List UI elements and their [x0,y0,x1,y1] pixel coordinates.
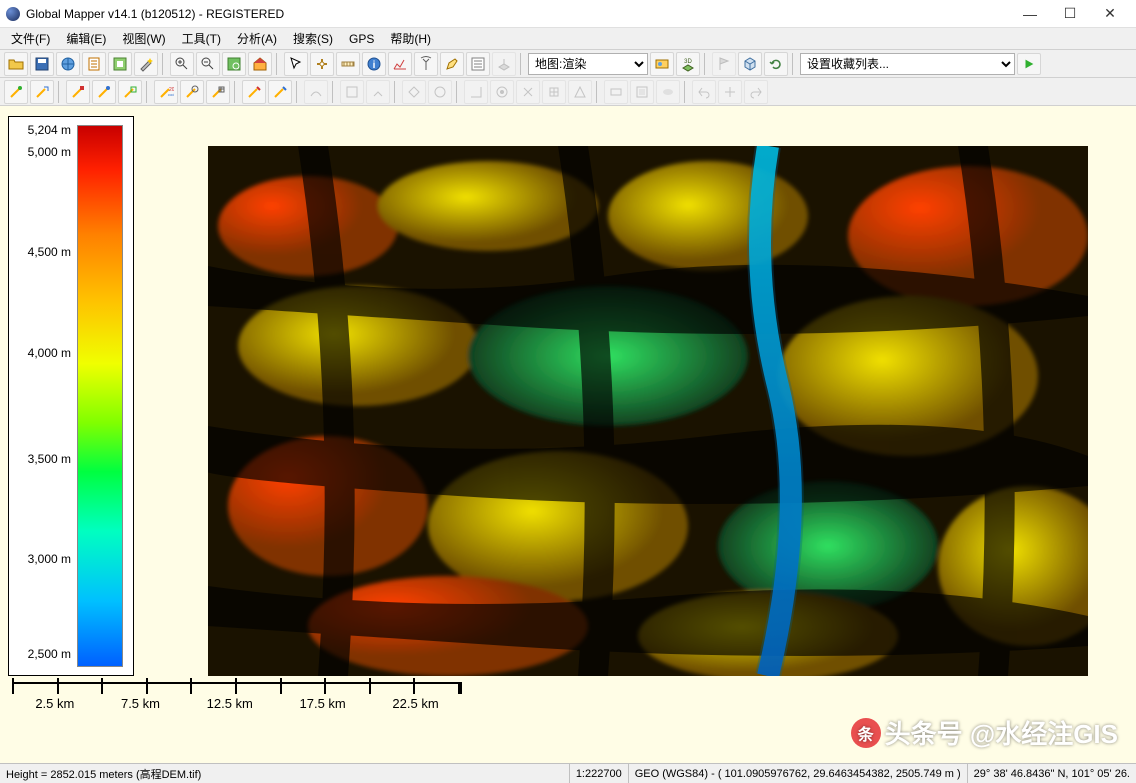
tool-i-icon [542,80,566,104]
elevation-legend: 5,204 m 5,000 m 4,500 m 4,000 m 3,500 m 3,000… [8,116,134,676]
draw-area-icon[interactable] [92,80,116,104]
legend-tick: 5,204 m [28,123,71,137]
status-height: Height = 2852.015 meters (高程DEM.tif) [0,764,570,783]
code-icon[interactable]: 20code [154,80,178,104]
info-icon[interactable]: i [362,52,386,76]
svg-text:i: i [373,60,376,71]
scale-label: 2.5 km [35,696,74,711]
tool-c-icon [366,80,390,104]
legend-tick: 3,000 m [28,552,71,566]
tool-a-icon [304,80,328,104]
watermark-text: 头条号 @水经注GIS [885,714,1118,751]
map-view-select[interactable]: 地图:渲染 [528,53,648,75]
status-bar: Height = 2852.015 meters (高程DEM.tif) 1:2… [0,763,1136,783]
pen-red-icon[interactable] [242,80,266,104]
3d-icon [492,52,516,76]
zoom-in-icon[interactable] [170,52,194,76]
scale-label: 7.5 km [121,696,160,711]
scale-label: 17.5 km [300,696,346,711]
layers-icon[interactable] [82,52,106,76]
legend-colorbar [77,125,123,667]
status-coordinates: 29° 38' 46.8436" N, 101° 05' 26. [968,764,1136,783]
draw-poly-icon[interactable] [118,80,142,104]
antenna-icon[interactable] [414,52,438,76]
menu-search[interactable]: 搜索(S) [286,28,340,49]
graph-icon[interactable] [388,52,412,76]
tool-j-icon [568,80,592,104]
map-canvas[interactable] [208,146,1088,676]
draw-grid-icon[interactable] [206,80,230,104]
undo-icon [692,80,716,104]
3d-view-icon[interactable]: 3D [676,52,700,76]
window-title: Global Mapper v14.1 (b120512) - REGISTER… [26,7,1010,21]
measure-icon[interactable] [336,52,360,76]
digitize-point-icon[interactable] [4,80,28,104]
menu-analysis[interactable]: 分析(A) [230,28,284,49]
home-icon[interactable] [248,52,272,76]
tool-d-icon [402,80,426,104]
status-projection: GEO (WGS84) - ( 101.0905976762, 29.64634… [629,764,968,783]
menu-gps[interactable]: GPS [342,30,381,48]
svg-text:code: code [168,92,174,97]
minimize-button[interactable]: — [1010,0,1050,28]
menu-file[interactable]: 文件(F) [4,28,57,49]
scale-label: 12.5 km [207,696,253,711]
draw-circle-icon[interactable] [180,80,204,104]
save-icon[interactable] [30,52,54,76]
pan-icon[interactable] [310,52,334,76]
close-button[interactable]: ✕ [1090,0,1130,28]
title-bar: Global Mapper v14.1 (b120512) - REGISTER… [0,0,1136,28]
edit-icon[interactable] [440,52,464,76]
flag-icon [712,52,736,76]
legend-labels: 5,204 m 5,000 m 4,500 m 4,000 m 3,500 m 3,000… [9,117,77,675]
menu-help[interactable]: 帮助(H) [383,28,438,49]
config-icon[interactable] [108,52,132,76]
tool-h-icon [516,80,540,104]
scale-label: 22.5 km [392,696,438,711]
open-icon[interactable] [4,52,28,76]
zoom-full-icon[interactable] [222,52,246,76]
play-button[interactable] [1017,53,1041,75]
tool-g-icon [490,80,514,104]
draw-pen-icon[interactable] [66,80,90,104]
toolbar-main: i 地图:渲染 3D 设置收藏列表... [0,50,1136,78]
box-icon[interactable] [738,52,762,76]
scale-bar: 2.5 km 7.5 km 12.5 km 17.5 km 22.5 km [12,682,462,732]
menu-view[interactable]: 视图(W) [115,28,172,49]
zoom-out-icon[interactable] [196,52,220,76]
legend-tick: 5,000 m [28,145,71,159]
tool-n-icon [718,80,742,104]
digitize-line-icon[interactable] [30,80,54,104]
props-icon[interactable] [466,52,490,76]
favorites-select[interactable]: 设置收藏列表... [800,53,1015,75]
render-icon[interactable] [650,52,674,76]
menu-tools[interactable]: 工具(T) [175,28,228,49]
app-icon [6,7,20,21]
wand-icon[interactable] [134,52,158,76]
pen-blue-icon[interactable] [268,80,292,104]
legend-tick: 3,500 m [28,452,71,466]
menu-bar: 文件(F) 编辑(E) 视图(W) 工具(T) 分析(A) 搜索(S) GPS … [0,28,1136,50]
tool-f-icon [464,80,488,104]
tool-l-icon [630,80,654,104]
maximize-button[interactable]: ☐ [1050,0,1090,28]
globe-icon[interactable] [56,52,80,76]
tool-k-icon [604,80,628,104]
tool-m-icon [656,80,680,104]
legend-tick: 4,500 m [28,245,71,259]
tool-b-icon [340,80,364,104]
select-icon[interactable] [284,52,308,76]
refresh-icon[interactable] [764,52,788,76]
map-workspace[interactable]: 5,204 m 5,000 m 4,500 m 4,000 m 3,500 m 3,000… [0,106,1136,763]
watermark: 条 头条号 @水经注GIS [851,714,1118,751]
toolbar-digitizer: 20code [0,78,1136,106]
legend-tick: 4,000 m [28,346,71,360]
svg-text:3D: 3D [684,59,692,65]
legend-tick: 2,500 m [28,647,71,661]
watermark-icon: 条 [851,718,881,748]
redo-icon [744,80,768,104]
tool-e-icon [428,80,452,104]
status-scale: 1:222700 [570,764,629,783]
menu-edit[interactable]: 编辑(E) [59,28,113,49]
